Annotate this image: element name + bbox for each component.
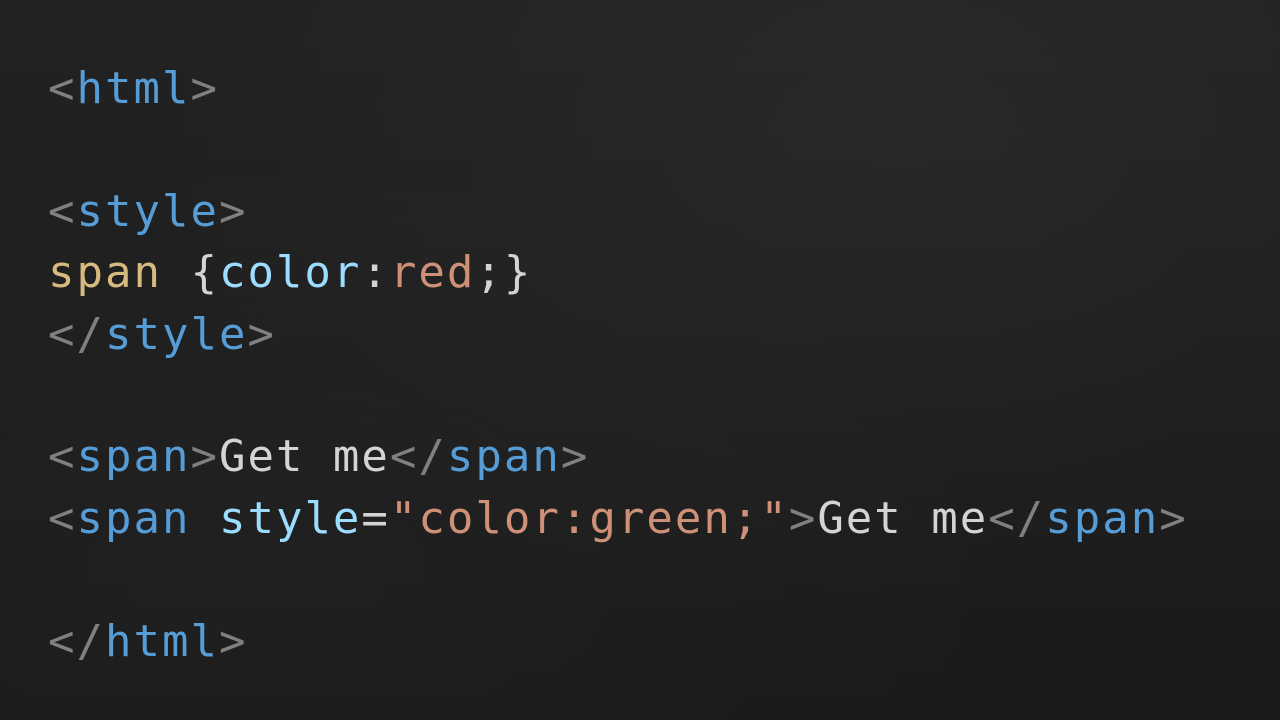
angle-bracket: <	[48, 492, 77, 544]
brace-close: }	[503, 247, 533, 299]
code-line-span-inline-style: <span style="color:green;">Get me</span>	[48, 488, 1188, 549]
angle-bracket: </	[389, 431, 447, 483]
code-line-span-plain: <span>Get me</span>	[48, 426, 1188, 487]
angle-bracket: >	[190, 63, 219, 114]
semicolon: ;	[475, 247, 504, 299]
tag-name: style	[76, 185, 219, 237]
code-line-html-open: <html>	[48, 58, 1188, 119]
equals-sign: =	[361, 492, 390, 544]
tag-name: span	[446, 431, 561, 483]
angle-bracket: >	[190, 431, 219, 483]
attribute-name: style	[218, 492, 362, 544]
angle-bracket: >	[247, 308, 276, 360]
tag-name: html	[104, 615, 219, 667]
angle-bracket: >	[218, 615, 248, 667]
brace-open: {	[161, 247, 219, 299]
angle-bracket: <	[48, 431, 77, 483]
css-value: red	[389, 247, 476, 299]
colon: :	[361, 247, 390, 299]
code-line-style-close: </style>	[48, 304, 1188, 365]
angle-bracket: </	[48, 615, 105, 667]
angle-bracket: >	[560, 431, 590, 483]
angle-bracket: >	[788, 492, 818, 544]
angle-bracket: <	[48, 63, 77, 114]
code-line-style-open: <style>	[48, 181, 1188, 242]
angle-bracket: </	[48, 308, 105, 360]
span-content: Get me	[218, 431, 390, 483]
css-selector: span	[48, 247, 162, 299]
css-property: color	[218, 247, 362, 299]
code-line-html-close: </html>	[48, 611, 1188, 672]
angle-bracket: <	[48, 185, 77, 237]
span-content: Get me	[817, 492, 989, 544]
angle-bracket: >	[1159, 492, 1188, 544]
tag-name: style	[104, 308, 248, 360]
attribute-value: color:green;	[418, 492, 761, 544]
code-line-css-rule: span {color:red;}	[48, 242, 1188, 303]
quote: "	[389, 492, 419, 544]
tag-name: span	[1045, 492, 1160, 544]
tag-name: html	[76, 63, 191, 114]
code-block: <html> <style> span {color:red;} </style…	[48, 58, 1188, 672]
angle-bracket: >	[218, 185, 248, 237]
tag-name: span	[76, 431, 191, 483]
angle-bracket: </	[988, 492, 1046, 544]
quote: "	[760, 492, 789, 544]
tag-name: span	[76, 492, 191, 544]
